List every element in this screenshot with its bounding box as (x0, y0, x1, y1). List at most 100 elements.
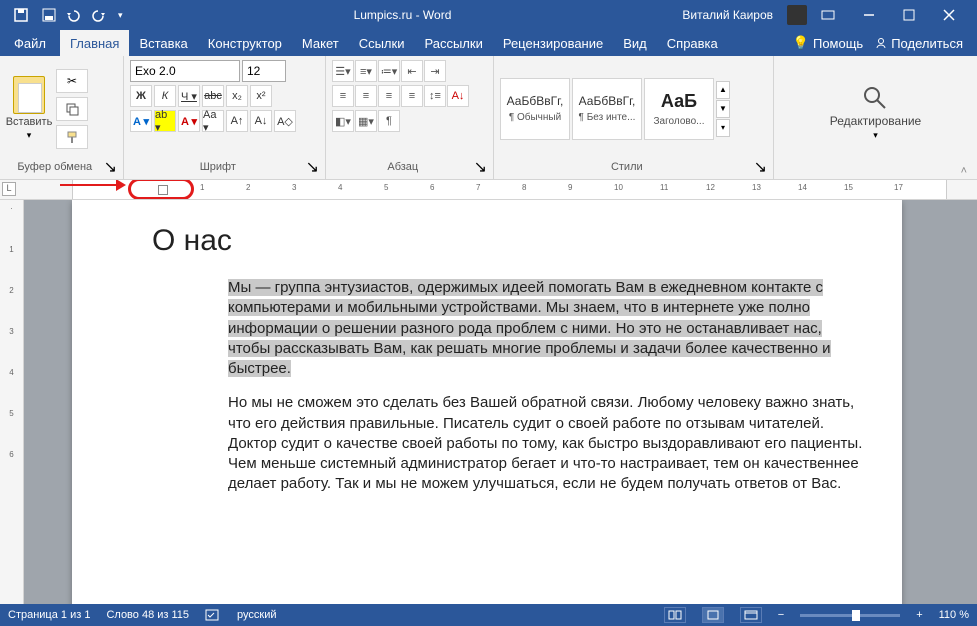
cut-button[interactable]: ✂ (56, 69, 88, 93)
styles-launcher[interactable]: ↘ (754, 157, 767, 177)
collapse-ribbon-icon[interactable]: ˄ (961, 165, 971, 177)
font-name-select[interactable] (130, 60, 240, 82)
view-read-button[interactable] (664, 607, 686, 623)
document-paragraph-1[interactable]: Мы — группа энтузиастов, одержимых идеей… (152, 278, 866, 379)
user-name[interactable]: Виталий Каиров (682, 8, 773, 22)
style-nospacing-name: ¶ Без инте... (579, 112, 636, 123)
search-icon (861, 84, 889, 112)
group-styles: АаБбВвГг, ¶ Обычный АаБбВвГг, ¶ Без инте… (494, 56, 774, 179)
vertical-ruler[interactable]: ·123456 (0, 200, 24, 604)
help-link[interactable]: 💡 Помощь (793, 35, 863, 51)
copy-button[interactable] (56, 97, 88, 121)
menu-bar: Файл Главная Вставка Конструктор Макет С… (0, 30, 977, 56)
format-painter-button[interactable] (56, 125, 88, 149)
borders-button[interactable]: ▦▾ (355, 110, 377, 132)
zoom-slider[interactable] (800, 614, 900, 617)
italic-button[interactable]: К (154, 85, 176, 107)
document-page[interactable]: О нас Мы — группа энтузиастов, одержимых… (72, 200, 902, 604)
clipboard-launcher[interactable]: ↘ (104, 157, 117, 177)
view-print-button[interactable] (702, 607, 724, 623)
tab-view[interactable]: Вид (613, 30, 657, 56)
tab-mailings[interactable]: Рассылки (414, 30, 492, 56)
tab-insert[interactable]: Вставка (129, 30, 197, 56)
minimize-button[interactable] (849, 0, 889, 30)
user-avatar[interactable] (787, 5, 807, 25)
autosave-icon[interactable] (14, 8, 28, 22)
close-button[interactable] (929, 0, 969, 30)
font-size-select[interactable] (242, 60, 286, 82)
clipboard-group-label: Буфер обмена (6, 161, 104, 173)
underline-button[interactable]: Ч ▾ (178, 85, 200, 107)
strikethrough-button[interactable]: abc (202, 85, 224, 107)
shrink-font-button[interactable]: A↓ (250, 110, 272, 132)
style-nospacing[interactable]: АаБбВвГг, ¶ Без инте... (572, 78, 642, 140)
horizontal-ruler[interactable]: L 1 2 3 4 5 6 7 8 9 10 11 12 13 14 15 17 (0, 180, 977, 200)
undo-icon[interactable] (66, 8, 82, 22)
tab-review[interactable]: Рецензирование (493, 30, 613, 56)
title-bar: ▾ Lumpics.ru - Word Виталий Каиров (0, 0, 977, 30)
highlight-button[interactable]: ab ▾ (154, 110, 176, 132)
zoom-level[interactable]: 110 % (939, 609, 969, 621)
bold-button[interactable]: Ж (130, 85, 152, 107)
zoom-in-button[interactable]: + (916, 609, 922, 621)
status-language[interactable]: русский (237, 609, 276, 621)
group-font: Ж К Ч ▾ abc x₂ x² A ▾ ab ▾ A ▾ Aa ▾ A↑ A… (124, 56, 326, 179)
tab-design[interactable]: Конструктор (198, 30, 292, 56)
tab-help[interactable]: Справка (657, 30, 728, 56)
tab-selector[interactable]: L (2, 182, 16, 196)
line-spacing-button[interactable]: ↕≡ (424, 85, 446, 107)
numbering-button[interactable]: ≡▾ (355, 60, 377, 82)
change-case-button[interactable]: Aa ▾ (202, 110, 224, 132)
document-heading[interactable]: О нас (152, 224, 866, 258)
font-launcher[interactable]: ↘ (306, 157, 319, 177)
maximize-button[interactable] (889, 0, 929, 30)
text-effects-button[interactable]: A ▾ (130, 110, 152, 132)
ribbon-display-icon[interactable] (821, 8, 835, 22)
font-color-button[interactable]: A ▾ (178, 110, 200, 132)
tab-file[interactable]: Файл (0, 30, 60, 56)
increase-indent-button[interactable]: ⇥ (424, 60, 446, 82)
justify-button[interactable]: ≡ (401, 85, 423, 107)
subscript-button[interactable]: x₂ (226, 85, 248, 107)
styles-expand[interactable]: ▾ (716, 119, 730, 137)
align-right-button[interactable]: ≡ (378, 85, 400, 107)
bullets-button[interactable]: ☰▾ (332, 60, 354, 82)
callout-circle (128, 180, 194, 200)
shading-button[interactable]: ◧▾ (332, 110, 354, 132)
multilevel-button[interactable]: ≔▾ (378, 60, 400, 82)
group-clipboard: Вставить ▾ ✂ Буфер обмена ↘ (0, 56, 124, 179)
decrease-indent-button[interactable]: ⇤ (401, 60, 423, 82)
share-link[interactable]: Поделиться (875, 36, 963, 51)
spellcheck-icon[interactable] (205, 608, 221, 622)
zoom-out-button[interactable]: − (778, 609, 784, 621)
show-marks-button[interactable]: ¶ (378, 110, 400, 132)
status-words[interactable]: Слово 48 из 115 (106, 609, 189, 621)
styles-scroll-up[interactable]: ▲ (716, 81, 730, 99)
sort-button[interactable]: A↓ (447, 85, 469, 107)
window-title: Lumpics.ru - Word (123, 8, 683, 22)
tab-home[interactable]: Главная (60, 30, 129, 56)
styles-scroll-down[interactable]: ▼ (716, 100, 730, 118)
style-heading1[interactable]: АаБ Заголово... (644, 78, 714, 140)
superscript-button[interactable]: x² (250, 85, 272, 107)
paste-button[interactable]: Вставить ▾ (6, 60, 52, 157)
group-paragraph: ☰▾ ≡▾ ≔▾ ⇤ ⇥ ≡ ≡ ≡ ≡ ↕≡ A↓ ◧▾ ▦▾ ¶ Абзац (326, 56, 494, 179)
style-normal[interactable]: АаБбВвГг, ¶ Обычный (500, 78, 570, 140)
save-icon[interactable] (42, 8, 56, 22)
tab-layout[interactable]: Макет (292, 30, 349, 56)
paragraph-launcher[interactable]: ↘ (474, 157, 487, 177)
editing-button[interactable]: Редактирование ▾ (830, 84, 921, 141)
style-heading1-sample: АаБ (661, 91, 697, 112)
share-icon (875, 37, 887, 49)
group-editing: Редактирование ▾ ˄ (774, 56, 977, 179)
clear-formatting-button[interactable]: A◇ (274, 110, 296, 132)
align-left-button[interactable]: ≡ (332, 85, 354, 107)
tab-references[interactable]: Ссылки (349, 30, 415, 56)
style-normal-name: ¶ Обычный (509, 112, 561, 123)
redo-icon[interactable] (92, 8, 108, 22)
view-web-button[interactable] (740, 607, 762, 623)
grow-font-button[interactable]: A↑ (226, 110, 248, 132)
align-center-button[interactable]: ≡ (355, 85, 377, 107)
status-page[interactable]: Страница 1 из 1 (8, 609, 90, 621)
document-paragraph-2[interactable]: Но мы не сможем это сделать без Вашей об… (152, 393, 866, 494)
